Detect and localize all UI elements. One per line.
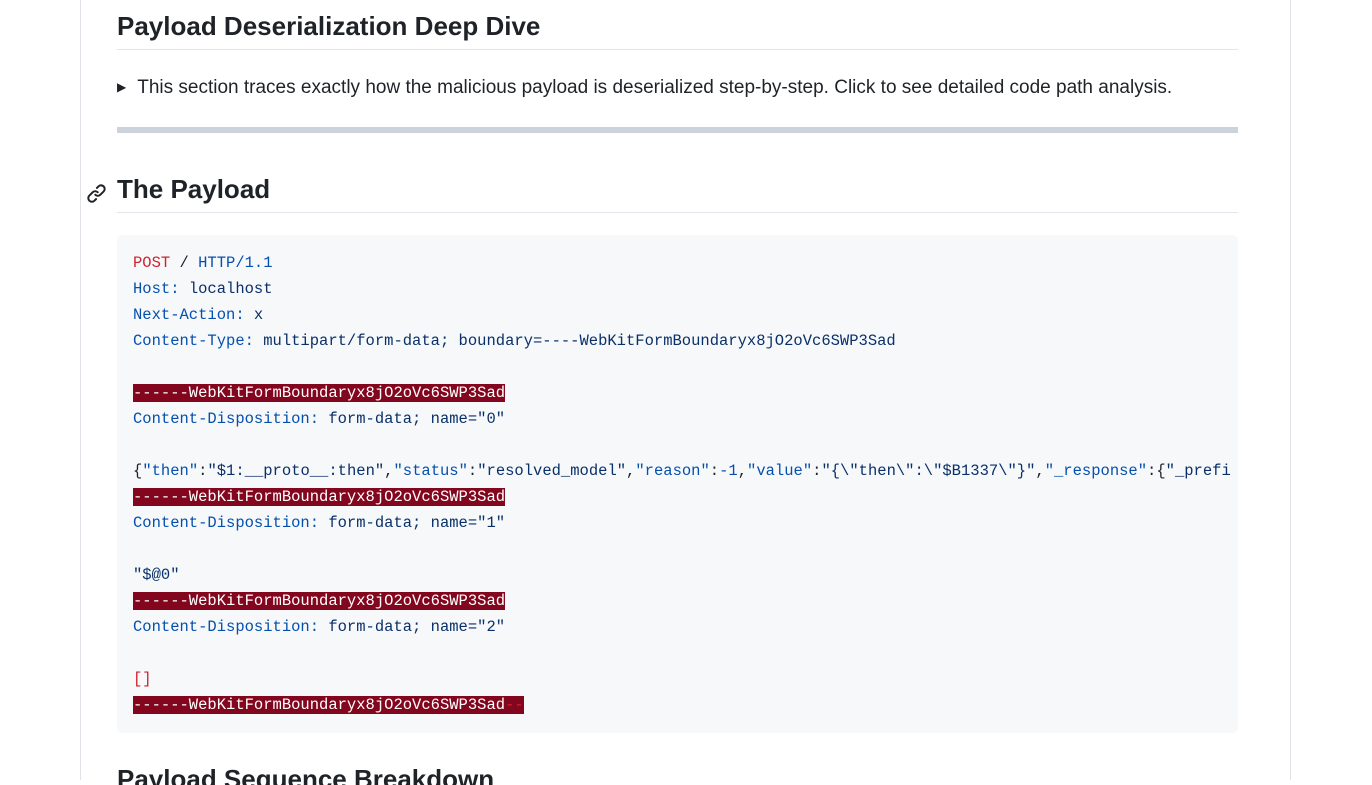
section-title: Payload Deserialization Deep Dive: [117, 9, 1238, 50]
heading-anchor-link[interactable]: [86, 178, 107, 199]
markdown-body: Payload Deserialization Deep Dive ▶ This…: [117, 0, 1238, 785]
code-block[interactable]: POST / HTTP/1.1 Host: localhost Next-Act…: [117, 235, 1238, 733]
payload-heading-text: The Payload: [117, 174, 270, 204]
payload-heading: The Payload: [117, 172, 1238, 213]
code-content: POST / HTTP/1.1 Host: localhost Next-Act…: [133, 254, 1231, 714]
details-summary[interactable]: ▶ This section traces exactly how the ma…: [117, 76, 1238, 100]
triangle-collapsed-icon: ▶: [117, 75, 126, 99]
thick-divider: [117, 127, 1238, 133]
link-icon: [86, 180, 107, 210]
next-section-heading: Payload Sequence Breakdown: [117, 762, 1238, 785]
details-summary-text: This section traces exactly how the mali…: [137, 76, 1172, 100]
code-path-details: ▶ This section traces exactly how the ma…: [117, 76, 1238, 100]
